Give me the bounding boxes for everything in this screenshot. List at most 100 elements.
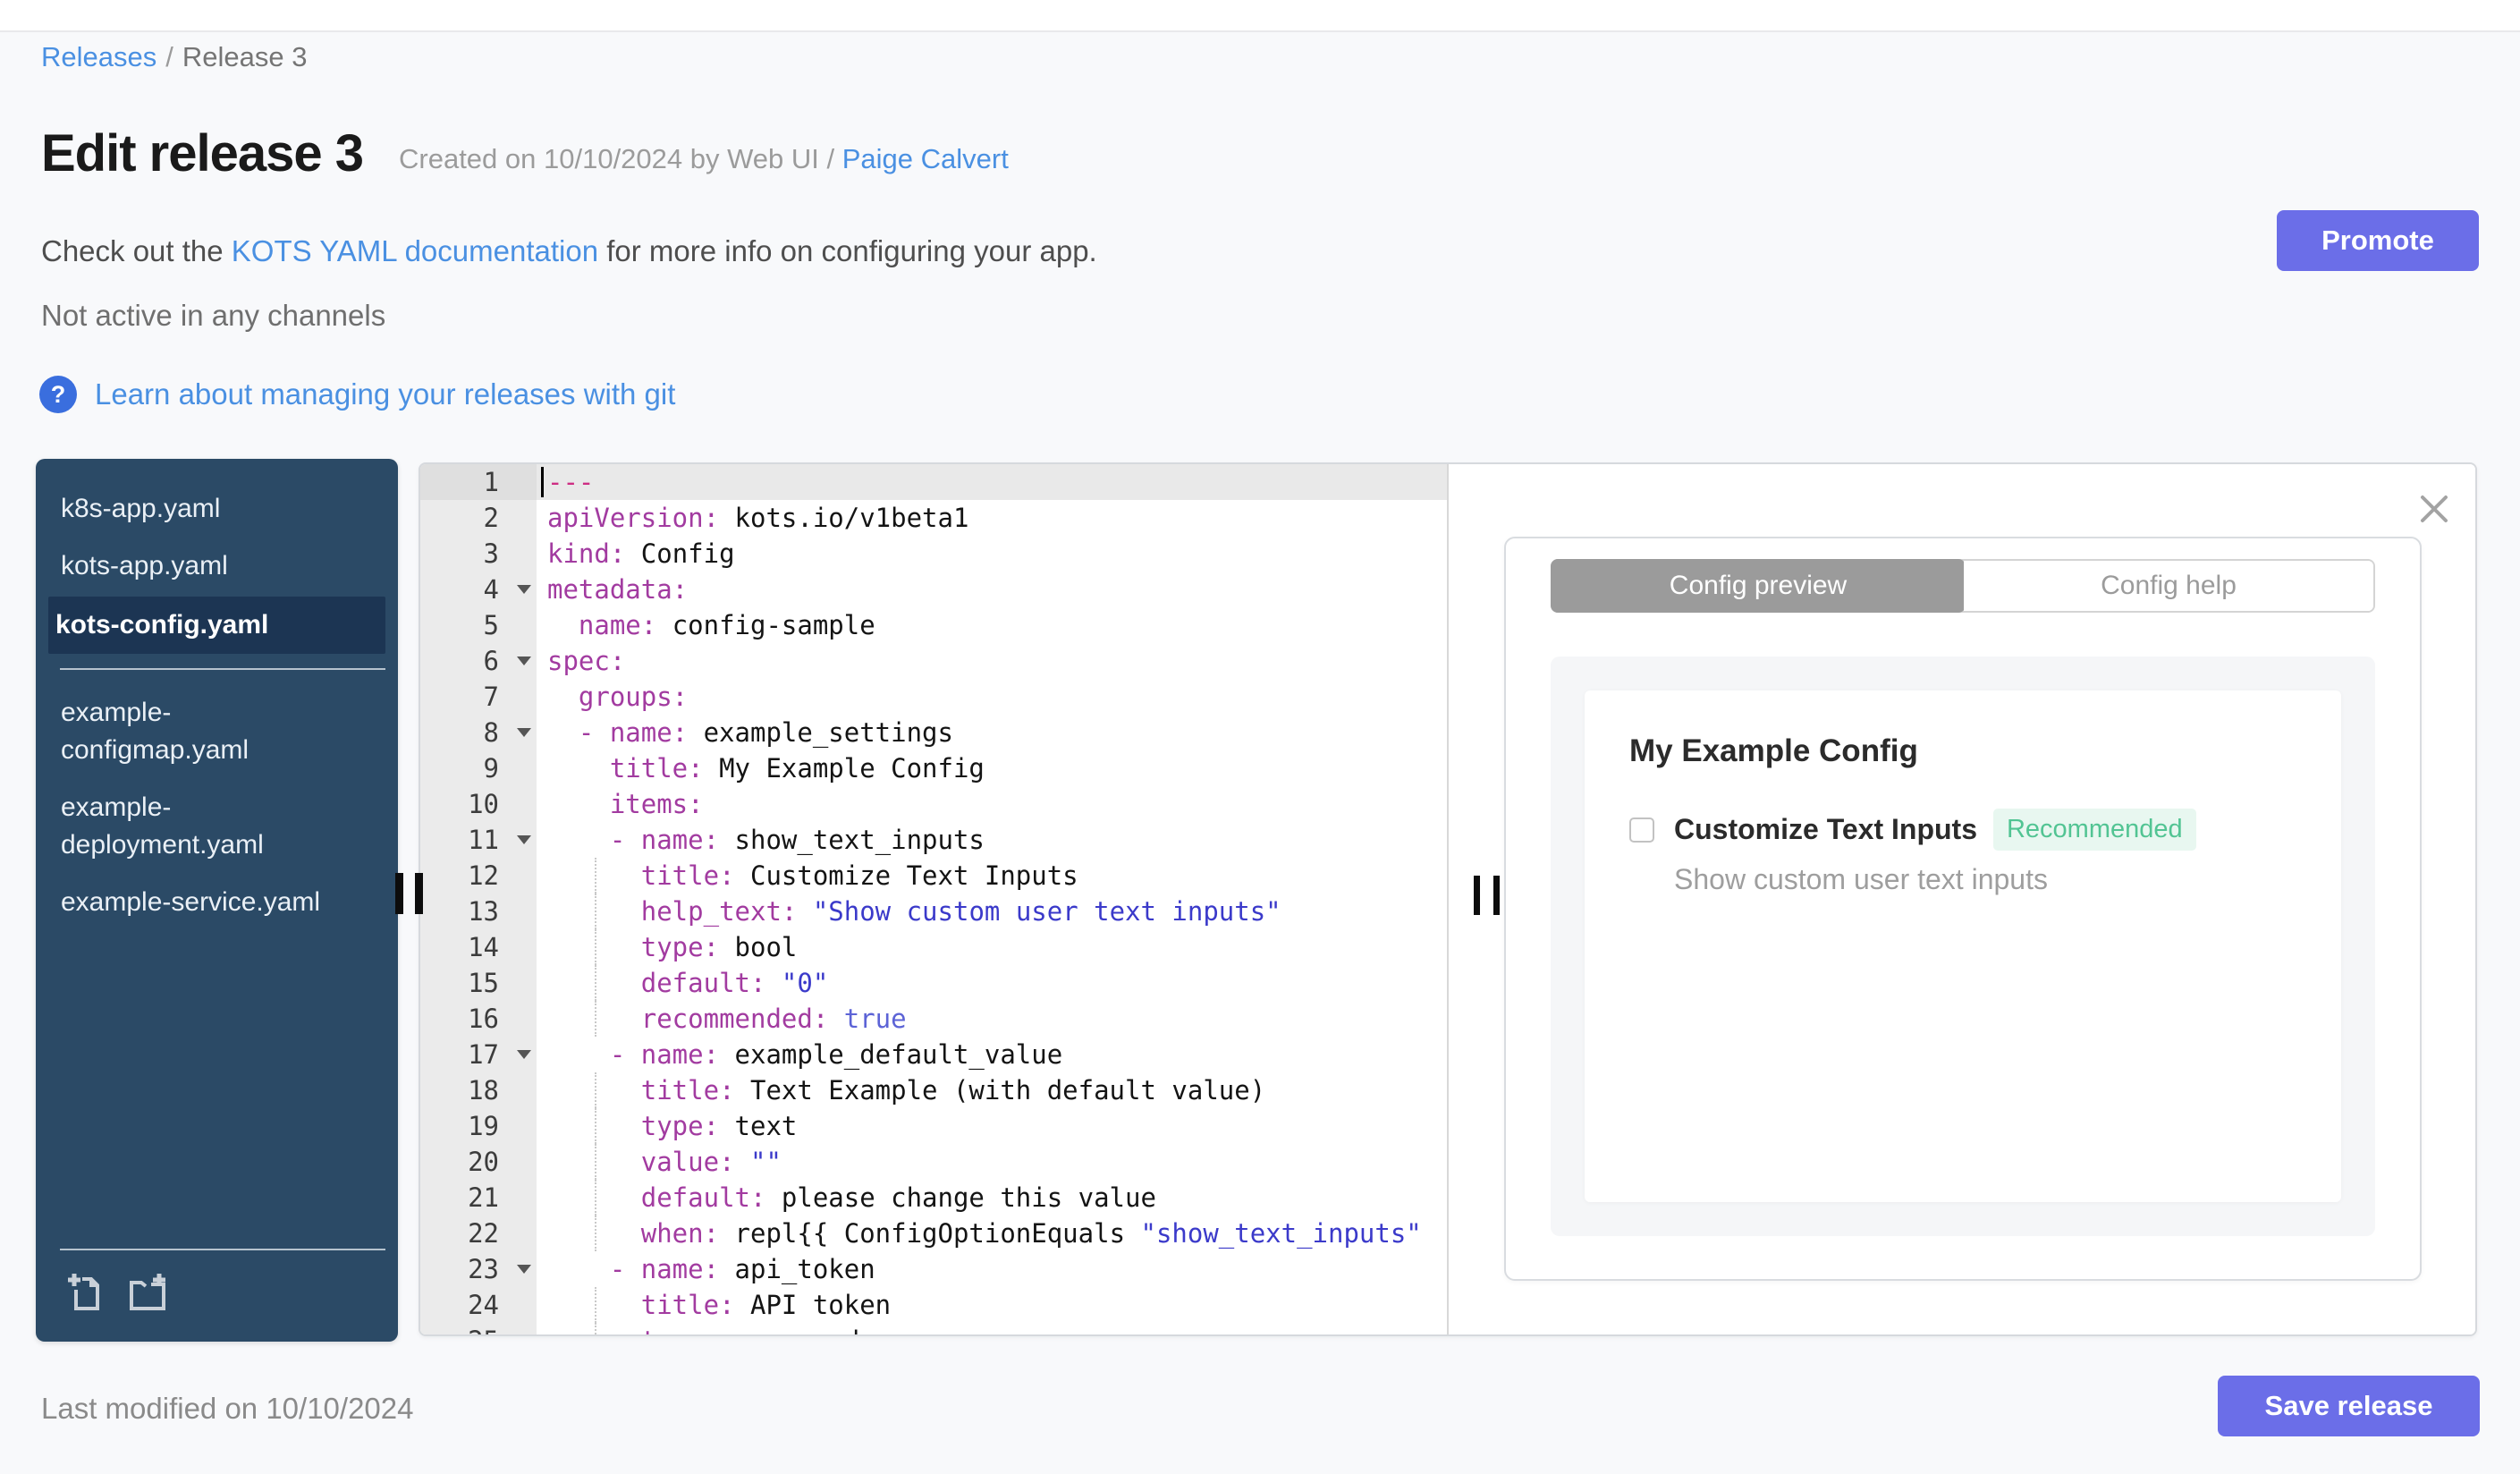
code-line-text: kind: Config xyxy=(547,538,735,569)
code-line-6[interactable]: 6 spec: xyxy=(420,643,1447,679)
code-line-text: default: please change this value xyxy=(537,1180,1447,1216)
code-line-2[interactable]: 2 apiVersion: kots.io/v1beta1 xyxy=(420,500,1447,536)
doc-line: Check out the KOTS YAML documentation fo… xyxy=(41,234,1097,268)
text-cursor xyxy=(541,467,544,497)
sidebar-file-kots-config.yaml[interactable]: kots-config.yaml xyxy=(48,597,385,654)
config-checkbox-row: Customize Text Inputs Recommended xyxy=(1629,809,2296,851)
code-line-8[interactable]: 8 - name: example_settings xyxy=(420,715,1447,750)
config-group-title: My Example Config xyxy=(1629,733,1918,768)
code-line-22[interactable]: 22 when: repl{{ ConfigOptionEquals "show… xyxy=(420,1216,1447,1251)
code-line-text: items: xyxy=(609,789,704,819)
line-number: 18 xyxy=(420,1072,537,1108)
sidebar-file-k8s-app.yaml[interactable]: k8s-app.yaml xyxy=(36,480,356,538)
save-release-button[interactable]: Save release xyxy=(2218,1376,2480,1436)
created-text: Created on 10/10/2024 by Web UI / xyxy=(399,142,842,174)
line-number: 13 xyxy=(420,894,537,929)
code-line-text: type: text xyxy=(537,1108,1447,1144)
code-line-text: name: config-sample xyxy=(578,610,875,640)
code-line-13[interactable]: 13 help_text: "Show custom user text inp… xyxy=(420,894,1447,929)
line-number-fold-toggle[interactable]: 4 xyxy=(420,572,537,607)
sidebar-footer-divider xyxy=(60,1249,385,1250)
line-number-fold-toggle[interactable]: 6 xyxy=(420,643,537,679)
sidebar-divider xyxy=(60,668,385,670)
question-circle-icon: ? xyxy=(39,376,77,413)
code-line-1[interactable]: 1 --- xyxy=(420,464,1447,500)
line-number-fold-toggle[interactable]: 11 xyxy=(420,822,537,858)
customize-text-inputs-checkbox[interactable] xyxy=(1629,817,1654,843)
line-number: 3 xyxy=(420,536,537,572)
yaml-code-editor[interactable]: 1 --- 2 apiVersion: kots.io/v1beta1 3 kind: C… xyxy=(420,464,1449,1334)
code-line-12[interactable]: 12 title: Customize Text Inputs xyxy=(420,858,1447,894)
code-line-5[interactable]: 5 name: config-sample xyxy=(420,607,1447,643)
line-number: 24 xyxy=(420,1287,537,1323)
line-number: 2 xyxy=(420,500,537,536)
code-line-text: title: Text Example (with default value) xyxy=(537,1072,1447,1108)
last-modified-text: Last modified on 10/10/2024 xyxy=(41,1392,414,1425)
git-releases-link[interactable]: Learn about managing your releases with … xyxy=(95,377,675,411)
sidebar-file-example-service.yaml[interactable]: example-service.yaml xyxy=(36,874,356,931)
sidebar-footer xyxy=(36,1234,398,1342)
code-line-9[interactable]: 9 title: My Example Config xyxy=(420,750,1447,786)
code-line-18[interactable]: 18 title: Text Example (with default val… xyxy=(420,1072,1447,1108)
code-line-20[interactable]: 20 value: "" xyxy=(420,1144,1447,1180)
code-line-text: title: API token xyxy=(537,1287,1447,1323)
close-icon[interactable] xyxy=(2416,491,2452,527)
code-line-7[interactable]: 7 groups: xyxy=(420,679,1447,715)
code-line-25[interactable]: 25 type: password xyxy=(420,1323,1447,1334)
code-line-10[interactable]: 10 items: xyxy=(420,786,1447,822)
code-line-19[interactable]: 19 type: text xyxy=(420,1108,1447,1144)
line-number-fold-toggle[interactable]: 8 xyxy=(420,715,537,750)
code-line-4[interactable]: 4 metadata: xyxy=(420,572,1447,607)
line-number: 22 xyxy=(420,1216,537,1251)
code-line-text: --- xyxy=(537,464,1447,500)
code-line-15[interactable]: 15 default: "0" xyxy=(420,965,1447,1001)
line-number-fold-toggle[interactable]: 17 xyxy=(420,1037,537,1072)
sidebar-resize-handle[interactable] xyxy=(395,873,423,914)
code-line-21[interactable]: 21 default: please change this value xyxy=(420,1180,1447,1216)
code-line-text: type: bool xyxy=(537,929,1447,965)
editor-resize-handle[interactable] xyxy=(1474,876,1500,915)
tab-config-preview[interactable]: Config preview xyxy=(1551,559,1966,613)
code-line-14[interactable]: 14 type: bool xyxy=(420,929,1447,965)
new-folder-icon[interactable] xyxy=(126,1272,167,1313)
code-line-text: help_text: "Show custom user text inputs… xyxy=(537,894,1447,929)
code-line-text: title: Customize Text Inputs xyxy=(537,858,1447,894)
line-number: 21 xyxy=(420,1180,537,1216)
breadcrumb-current: Release 3 xyxy=(182,41,308,72)
kots-yaml-doc-link[interactable]: KOTS YAML documentation xyxy=(232,234,598,267)
code-line-text: value: "" xyxy=(537,1144,1447,1180)
sidebar-file-kots-app.yaml[interactable]: kots-app.yaml xyxy=(36,538,356,595)
line-number: 25 xyxy=(420,1323,537,1334)
code-line-text: - name: show_text_inputs xyxy=(609,825,985,855)
code-line-17[interactable]: 17 - name: example_default_value xyxy=(420,1037,1447,1072)
config-group-card: My Example Config Customize Text Inputs … xyxy=(1585,690,2341,1202)
config-render-panel: My Example Config Customize Text Inputs … xyxy=(1551,657,2375,1236)
line-number: 19 xyxy=(420,1108,537,1144)
file-list-secondary: example-configmap.yaml example-deployment… xyxy=(36,684,398,931)
sidebar-file-example-configmap.yaml[interactable]: example-configmap.yaml xyxy=(36,684,356,779)
doc-suffix: for more info on configuring your app. xyxy=(598,234,1097,267)
line-number-fold-toggle[interactable]: 23 xyxy=(420,1251,537,1287)
promote-button[interactable]: Promote xyxy=(2277,210,2479,271)
breadcrumb: Releases / Release 3 xyxy=(41,41,307,73)
created-author-link[interactable]: Paige Calvert xyxy=(842,143,1009,174)
new-file-icon[interactable] xyxy=(65,1272,106,1313)
tab-config-help[interactable]: Config help xyxy=(1964,561,2373,611)
created-line: Created on 10/10/2024 by Web UI / Paige … xyxy=(399,132,1009,175)
code-line-text: recommended: true xyxy=(537,1001,1447,1037)
code-line-23[interactable]: 23 - name: api_token xyxy=(420,1251,1447,1287)
breadcrumb-separator: / xyxy=(165,41,173,72)
sidebar-file-example-deployment.yaml[interactable]: example-deployment.yaml xyxy=(36,779,356,874)
code-line-11[interactable]: 11 - name: show_text_inputs xyxy=(420,822,1447,858)
top-browser-strip xyxy=(0,0,2520,32)
code-line-text: type: password xyxy=(537,1323,1447,1334)
code-line-text: - name: example_default_value xyxy=(609,1039,1063,1070)
code-line-16[interactable]: 16 recommended: true xyxy=(420,1001,1447,1037)
git-help-row[interactable]: ? Learn about managing your releases wit… xyxy=(39,376,675,413)
code-line-3[interactable]: 3 kind: Config xyxy=(420,536,1447,572)
breadcrumb-releases-link[interactable]: Releases xyxy=(41,41,156,72)
code-line-text: default: "0" xyxy=(537,965,1447,1001)
channel-status: Not active in any channels xyxy=(41,299,386,332)
code-line-24[interactable]: 24 title: API token xyxy=(420,1287,1447,1323)
config-preview-pane: Config preview Config help My Example Co… xyxy=(1504,464,2475,1334)
